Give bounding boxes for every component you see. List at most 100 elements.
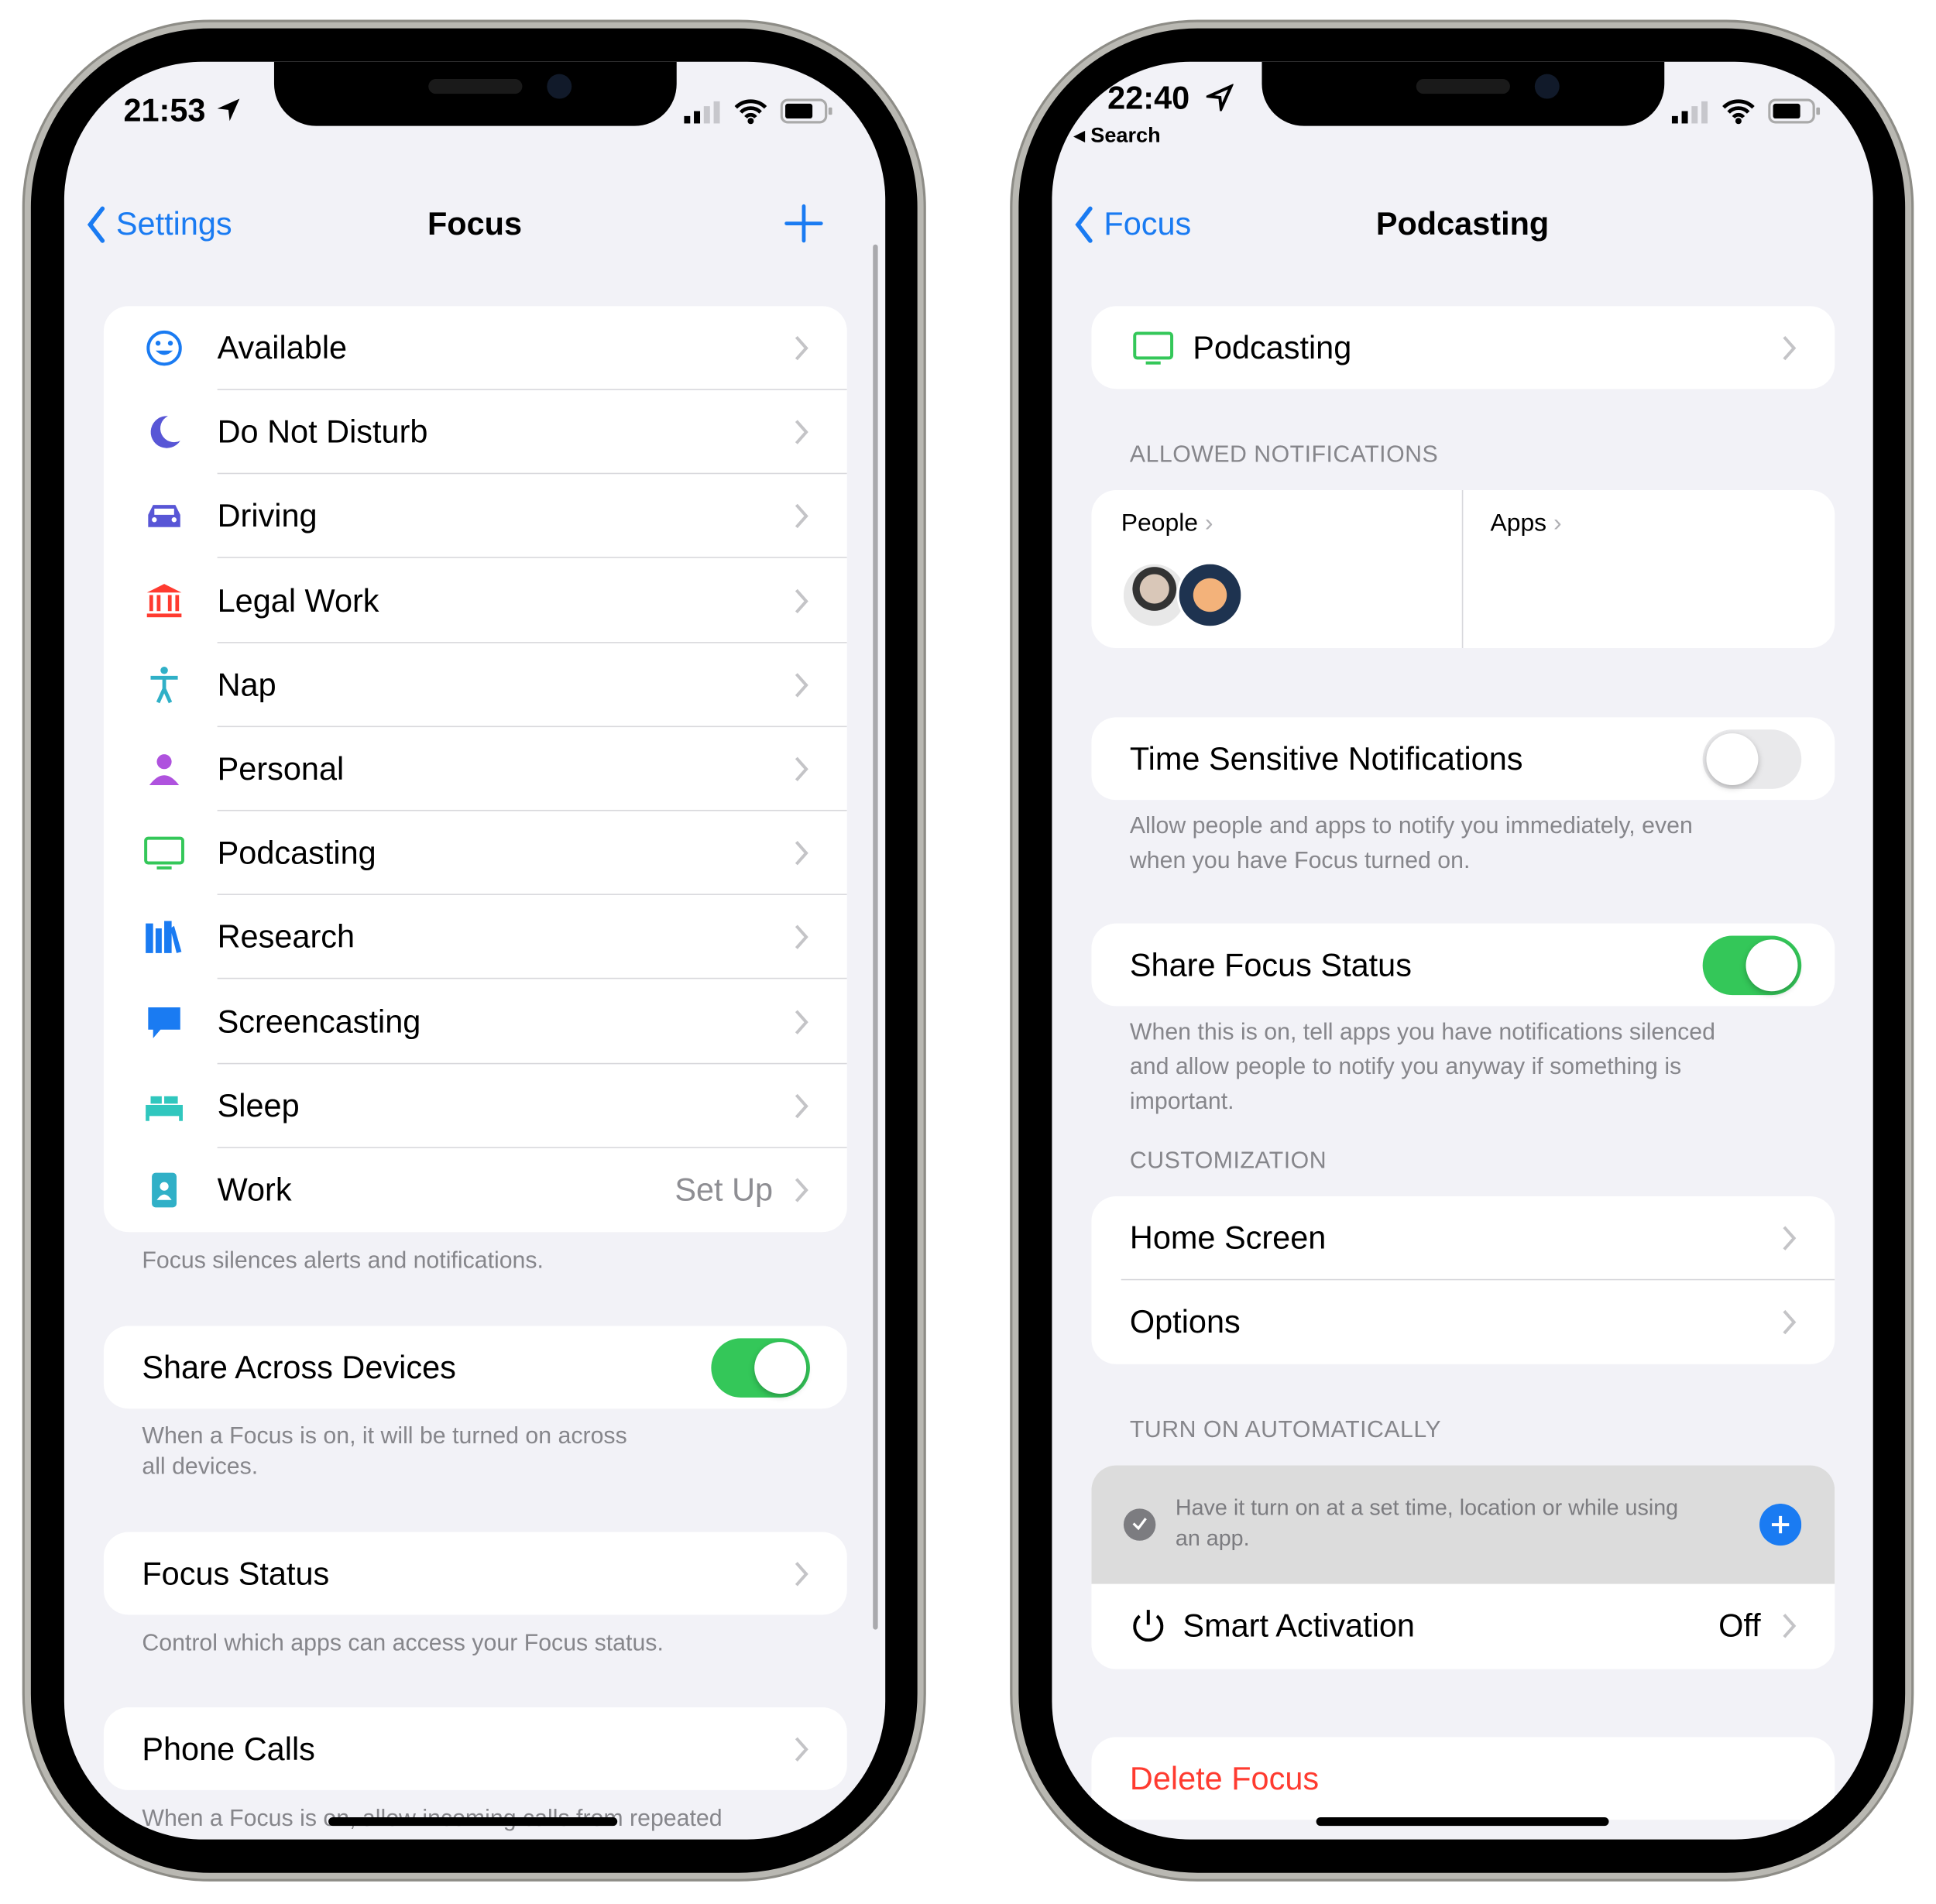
back-to-app[interactable]: ◂ Search — [1074, 123, 1161, 148]
focus-mode-nap[interactable]: Nap — [104, 643, 847, 727]
car-icon — [148, 505, 180, 528]
podcasting-focus-screen: 22:40 ◂ Search Focus Podcasting Podcasti… — [1052, 61, 1873, 1840]
person-icon — [149, 754, 180, 786]
time-sensitive-label: Time Sensitive Notifications — [1129, 739, 1523, 777]
add-automation-row[interactable]: Have it turn on at a set time, location … — [1091, 1465, 1835, 1584]
focus-mode-screencasting[interactable]: Screencasting — [104, 979, 847, 1064]
focus-mode-research[interactable]: Research — [104, 896, 847, 979]
automation-card: Have it turn on at a set time, location … — [1091, 1465, 1835, 1669]
chevron-right-icon — [795, 420, 808, 445]
accessibility-figure-icon — [150, 666, 178, 703]
share-focus-status-toggle[interactable] — [1702, 935, 1802, 996]
allowed-notifications-header: ALLOWED NOTIFICATIONS — [1129, 441, 1439, 468]
focus-mode-label: Driving — [217, 497, 318, 535]
chevron-right-icon — [795, 756, 808, 781]
delete-focus-button[interactable]: Delete Focus — [1091, 1737, 1835, 1820]
plus-icon[interactable] — [784, 204, 823, 243]
cellular-signal-icon — [684, 101, 720, 124]
focus-mode-available[interactable]: Available — [104, 306, 847, 390]
focus-status-footer: Control which apps can access your Focus… — [142, 1631, 664, 1657]
focus-status-label: Focus Status — [142, 1555, 330, 1592]
chevron-right-icon — [795, 1562, 808, 1587]
chevron-right-icon — [795, 925, 808, 950]
share-across-devices-card: Share Across Devices — [103, 1326, 847, 1409]
clock-check-icon — [1123, 1508, 1156, 1541]
focus-mode-label: Personal — [217, 750, 345, 787]
home-screen-row[interactable]: Home Screen — [1091, 1196, 1835, 1281]
customization-card: Home Screen Options — [1091, 1196, 1835, 1364]
page-title: Focus — [427, 204, 523, 242]
focus-name-label: Podcasting — [1193, 328, 1352, 366]
avatar — [1176, 561, 1244, 629]
chevron-right-icon — [795, 588, 808, 613]
options-row[interactable]: Options — [1091, 1280, 1835, 1364]
scrollbar[interactable] — [873, 244, 878, 1630]
smart-activation-value: Off — [1718, 1607, 1761, 1644]
chevron-right-icon — [795, 1009, 808, 1034]
share-across-label: Share Across Devices — [142, 1348, 456, 1386]
plus-circle-icon[interactable] — [1759, 1503, 1802, 1546]
chevron-right-icon: › — [1204, 509, 1213, 537]
phone-calls-row[interactable]: Phone Calls — [103, 1707, 847, 1790]
chevron-right-icon — [1783, 1614, 1797, 1638]
monitor-icon — [1133, 331, 1174, 365]
share-focus-status-label: Share Focus Status — [1129, 946, 1412, 983]
location-arrow-icon — [1206, 84, 1234, 111]
chevron-right-icon — [1783, 1309, 1797, 1335]
focus-mode-personal[interactable]: Personal — [104, 727, 847, 811]
focus-modes-list: Available Do Not Disturb Driving Legal W… — [103, 306, 847, 1233]
delete-focus-label: Delete Focus — [1129, 1759, 1320, 1797]
right-phone-frame: 22:40 ◂ Search Focus Podcasting Podcasti… — [1012, 22, 1912, 1879]
home-screen-label: Home Screen — [1129, 1219, 1327, 1257]
time-sensitive-toggle[interactable] — [1702, 729, 1802, 789]
page-title: Podcasting — [1375, 204, 1550, 242]
apps-section[interactable]: Apps › — [1490, 509, 1561, 538]
focus-settings-screen: 21:53 Settings Focus Available Do Not Di… — [64, 61, 886, 1840]
focus-mode-sleep[interactable]: Sleep — [104, 1064, 847, 1148]
speech-bubble-icon — [148, 1007, 180, 1038]
chevron-right-icon — [795, 1178, 808, 1202]
battery-icon — [780, 98, 832, 124]
id-badge-icon — [152, 1172, 177, 1208]
focus-mode-label: Available — [217, 328, 348, 366]
focus-mode-do-not-disturb[interactable]: Do Not Disturb — [104, 390, 847, 475]
smart-activation-row[interactable]: Smart Activation Off — [1091, 1584, 1835, 1668]
focus-mode-label: Podcasting — [217, 834, 376, 872]
share-focus-status-card: Share Focus Status — [1091, 923, 1835, 1007]
card-divider — [1461, 489, 1464, 649]
turn-on-automatically-header: TURN ON AUTOMATICALLY — [1129, 1417, 1442, 1443]
allowed-notifications-card: People › Apps › — [1091, 489, 1835, 649]
smiley-icon — [146, 330, 182, 366]
time-sensitive-card: Time Sensitive Notifications — [1091, 717, 1835, 801]
share-across-footer: When a Focus is on, it will be turned on… — [142, 1423, 627, 1480]
books-icon — [146, 921, 182, 954]
modes-footer: Focus silences alerts and notifications. — [142, 1247, 544, 1274]
focus-status-row[interactable]: Focus Status — [103, 1532, 847, 1615]
people-section[interactable]: People › — [1091, 490, 1461, 648]
time-sensitive-footer: Allow people and apps to notify you imme… — [1129, 813, 1693, 874]
moon-icon — [150, 416, 180, 449]
share-across-toggle[interactable] — [711, 1338, 810, 1398]
focus-mode-podcasting[interactable]: Podcasting — [104, 811, 847, 896]
focus-mode-driving[interactable]: Driving — [104, 475, 847, 559]
focus-name-row[interactable]: Podcasting — [1091, 306, 1835, 389]
focus-mode-label: Sleep — [217, 1086, 300, 1124]
home-indicator — [328, 1817, 618, 1827]
chevron-right-icon — [795, 672, 808, 698]
people-label: People — [1121, 509, 1199, 537]
focus-mode-legal-work[interactable]: Legal Work — [104, 559, 847, 643]
chevron-right-icon — [1783, 335, 1797, 361]
chevron-right-icon: › — [1553, 509, 1562, 537]
notch — [1261, 61, 1665, 126]
apps-label: Apps — [1490, 509, 1547, 537]
chevron-right-icon — [795, 1737, 808, 1762]
customization-header: CUSTOMIZATION — [1129, 1148, 1327, 1175]
focus-mode-work[interactable]: Work Set Up — [104, 1148, 847, 1232]
notch — [273, 61, 677, 126]
wifi-icon — [1722, 99, 1755, 125]
smart-activation-label: Smart Activation — [1183, 1607, 1415, 1644]
options-label: Options — [1129, 1302, 1241, 1340]
chevron-right-icon — [1783, 1226, 1797, 1250]
status-time: 22:40 — [1107, 79, 1190, 116]
focus-mode-value: Set Up — [675, 1171, 774, 1209]
